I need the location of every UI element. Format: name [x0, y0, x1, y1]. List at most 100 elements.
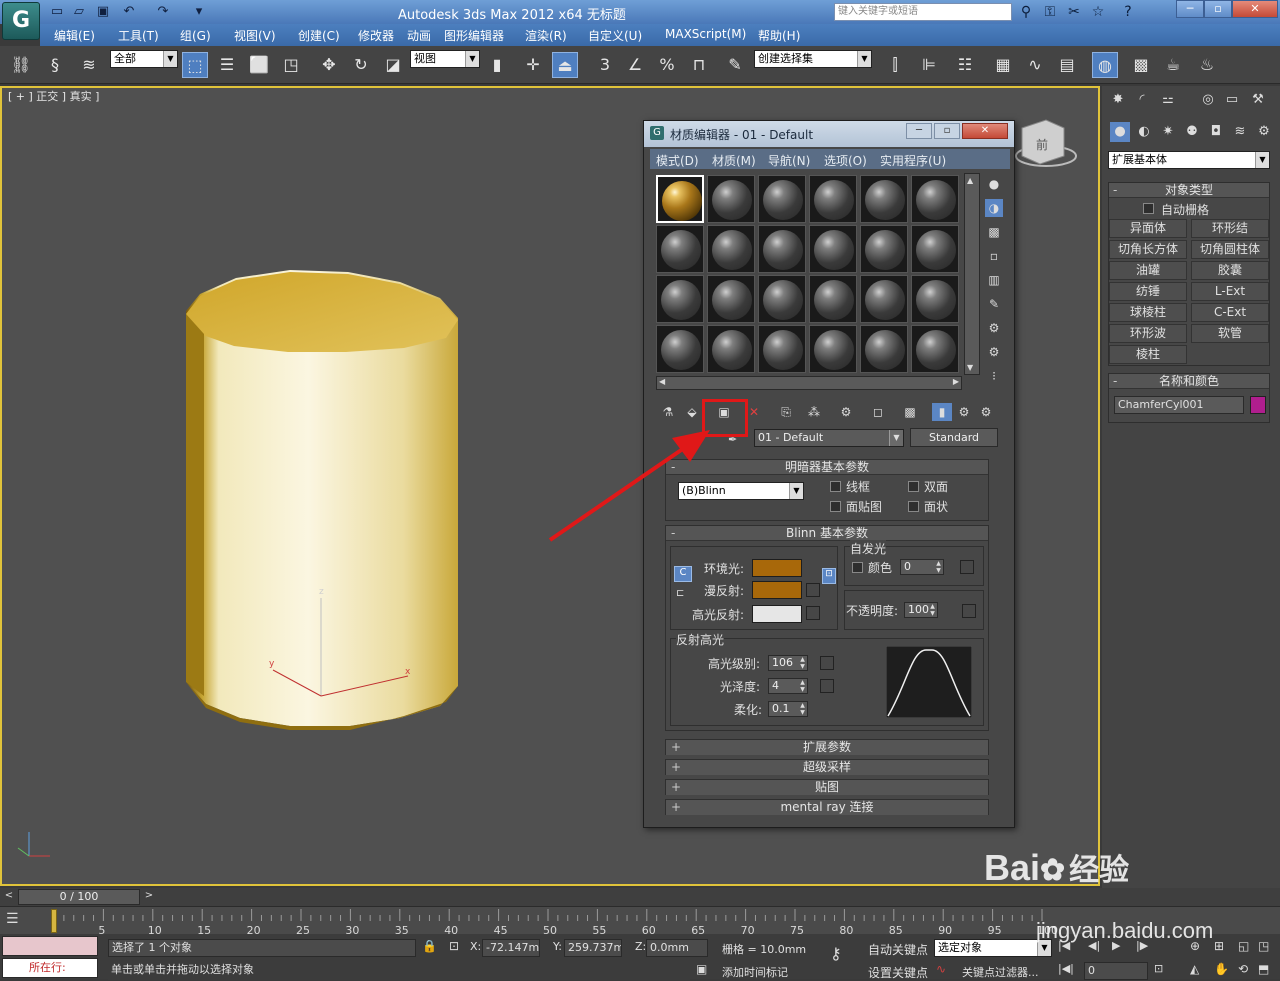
l-ext-button[interactable]: L-Ext	[1191, 282, 1269, 301]
scale-icon[interactable]: ◪	[380, 52, 406, 78]
material-sample-slot[interactable]	[911, 175, 959, 223]
space-warps-icon[interactable]: ≋	[1230, 122, 1250, 142]
undo-icon[interactable]: ↶	[120, 3, 138, 21]
go-forward-to-sibling-icon[interactable]: ⚙	[976, 403, 996, 421]
menu-animation[interactable]: 动画	[407, 27, 431, 44]
maxscript-listener[interactable]	[2, 936, 98, 956]
maps-rollout[interactable]: + 贴图	[665, 779, 989, 795]
material-sample-slot[interactable]	[656, 175, 704, 223]
slots-horizontal-scrollbar[interactable]: ◀ ▶	[656, 376, 962, 390]
close-button[interactable]: ✕	[962, 123, 1008, 139]
redo-icon[interactable]: ↷	[154, 3, 172, 21]
unlink-icon[interactable]: §	[42, 52, 68, 78]
set-key-button[interactable]: 设置关键点	[868, 964, 928, 981]
z-coordinate-field[interactable]: 0.0mm	[646, 939, 708, 957]
faceted-checkbox[interactable]	[908, 501, 919, 512]
material-editor-icon[interactable]: ◍	[1092, 52, 1118, 78]
align-icon[interactable]: ⊫	[916, 52, 942, 78]
lights-icon[interactable]: ✷	[1158, 122, 1178, 142]
helpers-icon[interactable]: ◘	[1206, 122, 1226, 142]
gengon-button[interactable]: 球棱柱	[1109, 303, 1187, 322]
soften-spinner[interactable]: 0.1 ▲ ▼	[768, 701, 808, 717]
menu-edit[interactable]: 编辑(E)	[54, 27, 95, 44]
object-name-input[interactable]: ChamferCyl001	[1114, 396, 1244, 414]
material-sample-slot[interactable]	[809, 225, 857, 273]
material-sample-slot[interactable]	[758, 225, 806, 273]
chamfer-box-button[interactable]: 切角长方体	[1109, 240, 1187, 259]
material-sample-slot[interactable]	[860, 325, 908, 373]
select-object-icon[interactable]: ⬚	[182, 52, 208, 78]
pick-material-from-object-icon[interactable]: ✒	[728, 433, 742, 447]
put-material-to-scene-icon[interactable]: ⬙	[682, 403, 702, 421]
menu-rendering[interactable]: 渲染(R)	[525, 27, 567, 44]
menu-group[interactable]: 组(G)	[180, 27, 211, 44]
pivot-center-icon[interactable]: ▮	[484, 52, 510, 78]
shapes-icon[interactable]: ◐	[1134, 122, 1154, 142]
move-icon[interactable]: ✥	[316, 52, 342, 78]
spec-level-spinner[interactable]: 106 ▲ ▼	[768, 655, 808, 671]
cameras-icon[interactable]: ⚉	[1182, 122, 1202, 142]
capsule-button[interactable]: 胶囊	[1191, 261, 1269, 280]
material-sample-slot[interactable]	[707, 175, 755, 223]
menu-utilities[interactable]: 实用程序(U)	[880, 152, 946, 169]
category-dropdown[interactable]: 扩展基本体 ▼	[1108, 151, 1270, 169]
material-sample-slot[interactable]	[656, 275, 704, 323]
c-ext-button[interactable]: C-Ext	[1191, 303, 1269, 322]
bind-spacewarp-icon[interactable]: ≋	[76, 52, 102, 78]
material-sample-slot[interactable]	[809, 175, 857, 223]
material-sample-slot[interactable]	[758, 275, 806, 323]
rectangular-selection-icon[interactable]: ⬜	[246, 52, 272, 78]
manipulate-icon[interactable]: ✛	[520, 52, 546, 78]
face-map-checkbox[interactable]	[830, 501, 841, 512]
background-icon[interactable]: ▩	[985, 223, 1003, 241]
menu-material[interactable]: 材质(M)	[712, 152, 756, 169]
self-illum-map-button[interactable]	[960, 560, 974, 574]
graphite-toolbar-icon[interactable]: ▦	[990, 52, 1016, 78]
material-type-button[interactable]: Standard	[910, 428, 998, 447]
key-set-dropdown[interactable]: 选定对象 ▼	[934, 939, 1052, 957]
set-key-icon[interactable]: ⚷	[830, 944, 856, 966]
percent-snap-icon[interactable]: %	[654, 52, 680, 78]
material-sample-slot[interactable]	[860, 225, 908, 273]
material-sample-slot[interactable]	[911, 275, 959, 323]
named-selection-dropdown[interactable]: 创建选择集 ▼	[754, 50, 872, 68]
minimize-button[interactable]: ─	[1176, 0, 1204, 18]
diffuse-map-button[interactable]	[806, 583, 820, 597]
zoom-all-icon[interactable]: ⊞	[1214, 939, 1234, 957]
reset-map-icon[interactable]: ✕	[744, 403, 764, 421]
close-button[interactable]: ✕	[1232, 0, 1278, 18]
material-sample-slot[interactable]	[860, 175, 908, 223]
display-tab-icon[interactable]: ▭	[1222, 90, 1242, 110]
render-frame-icon[interactable]: ☕	[1160, 52, 1186, 78]
supersampling-rollout[interactable]: + 超级采样	[665, 759, 989, 775]
ringwave-button[interactable]: 环形波	[1109, 324, 1187, 343]
previous-frame-icon[interactable]: <	[2, 890, 16, 904]
systems-icon[interactable]: ⚙	[1254, 122, 1274, 142]
backlight-icon[interactable]: ◑	[985, 199, 1003, 217]
layer-manager-icon[interactable]: ☷	[952, 52, 978, 78]
extended-params-rollout[interactable]: + 扩展参数	[665, 739, 989, 755]
show-map-in-viewport-icon[interactable]: ▩	[900, 403, 920, 421]
lock-ambient-diffuse-icon[interactable]: C	[674, 566, 692, 582]
menu-navigation[interactable]: 导航(N)	[768, 152, 810, 169]
y-coordinate-field[interactable]: 259.737mm	[564, 939, 622, 957]
material-sample-slot[interactable]	[707, 225, 755, 273]
zoom-extents-all-icon[interactable]: ◳	[1258, 939, 1278, 957]
go-to-parent-icon[interactable]: ⚙	[954, 403, 974, 421]
glossiness-spinner[interactable]: 4 ▲ ▼	[768, 678, 808, 694]
prism-button[interactable]: 棱柱	[1109, 345, 1187, 364]
scroll-down-icon[interactable]: ▼	[967, 363, 973, 372]
material-sample-slot[interactable]	[656, 325, 704, 373]
material-sample-slot[interactable]	[758, 325, 806, 373]
diffuse-color-swatch[interactable]	[752, 581, 802, 599]
render-production-icon[interactable]: ♨	[1194, 52, 1220, 78]
key-icon[interactable]: ⚿	[1040, 3, 1060, 21]
app-logo-icon[interactable]: G	[2, 2, 40, 40]
mental-ray-connection-rollout[interactable]: + mental ray 连接	[665, 799, 989, 815]
modify-tab-icon[interactable]: ◜	[1132, 90, 1152, 110]
material-sample-slot[interactable]	[656, 225, 704, 273]
link-icon[interactable]: ⛓	[8, 52, 34, 78]
ambient-color-swatch[interactable]	[752, 559, 802, 577]
material-sample-slot[interactable]	[809, 325, 857, 373]
utilities-tab-icon[interactable]: ⚒	[1248, 90, 1268, 110]
